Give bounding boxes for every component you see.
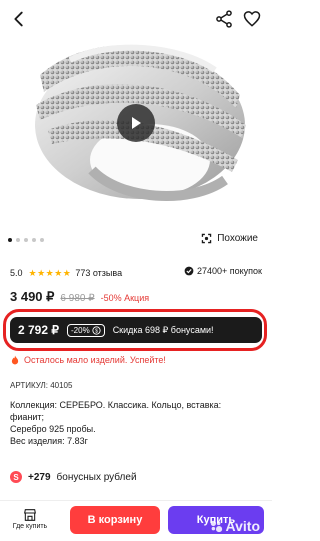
where-to-buy-button[interactable]: Где купить — [12, 507, 48, 530]
buyers-count: 27400+ покупок — [184, 266, 262, 276]
avito-brand: Avito — [225, 518, 260, 534]
promo-badge-label: -20% — [71, 325, 90, 335]
svg-text:$: $ — [95, 328, 98, 334]
gallery-dot[interactable] — [8, 238, 12, 242]
description-line: Коллекция: СЕРЕБРО. Классика. Кольцо, вс… — [10, 400, 222, 410]
verified-check-icon — [184, 266, 194, 276]
product-gallery[interactable] — [0, 0, 272, 238]
bottom-action-bar: Где купить В корзину Купить Avito — [0, 500, 272, 541]
bonus-coin-icon: S — [10, 471, 22, 483]
bonus-row[interactable]: S +279 бонусных рублей — [10, 471, 137, 483]
video-play-button[interactable] — [117, 104, 155, 142]
current-price: 3 490 ₽ — [10, 289, 55, 304]
gallery-dot[interactable] — [24, 238, 28, 242]
promo-badge: -20% $ — [67, 323, 105, 337]
bonus-text: бонусных рублей — [56, 471, 137, 483]
gallery-dot[interactable] — [32, 238, 36, 242]
where-to-buy-label: Где купить — [12, 523, 48, 530]
gallery-dot[interactable] — [16, 238, 20, 242]
old-price: 6 980 ₽ — [60, 293, 95, 304]
product-description: Коллекция: СЕРЕБРО. Классика. Кольцо, вс… — [10, 399, 260, 447]
bonus-promo-banner[interactable]: 2 792 ₽ -20% $ Скидка 698 ₽ бонусами! — [10, 317, 262, 343]
share-icon[interactable] — [214, 9, 234, 29]
reviews-link[interactable]: 773 отзыва — [75, 268, 122, 278]
promo-price: 2 792 ₽ — [18, 323, 59, 337]
play-icon — [132, 117, 141, 129]
discount-label: -50% Акция — [100, 293, 150, 303]
gallery-pagination — [8, 238, 44, 244]
buy-button[interactable]: Купить Avito — [168, 506, 264, 534]
promo-text: Скидка 698 ₽ бонусами! — [112, 324, 214, 335]
star-icons: ★★★★★ — [28, 267, 72, 278]
arrow-left-icon[interactable] — [8, 8, 30, 30]
add-to-cart-button[interactable]: В корзину — [70, 506, 160, 534]
fire-icon — [11, 355, 19, 365]
similar-icon — [201, 233, 212, 244]
urgency-notice: Осталось мало изделий. Успейте! — [10, 355, 166, 365]
rating-row: 5.0 ★★★★★ 773 отзыва 27400+ покупок — [10, 266, 262, 280]
price-row: 3 490 ₽ 6 980 ₽ -50% Акция — [10, 289, 149, 307]
store-icon — [24, 509, 36, 521]
buyers-label: 27400+ покупок — [196, 266, 262, 276]
similar-button[interactable]: Похожие — [200, 232, 258, 245]
description-line: фианит; — [10, 412, 45, 422]
description-line: Вес изделия: 7.83г — [10, 436, 88, 446]
avito-watermark: Avito — [209, 518, 260, 534]
top-bar — [0, 6, 272, 32]
description-line: Серебро 925 пробы. — [10, 424, 96, 434]
gallery-dot[interactable] — [40, 238, 44, 242]
coin-icon: $ — [92, 325, 101, 335]
urgency-text: Осталось мало изделий. Успейте! — [24, 355, 166, 365]
similar-label: Похожие — [217, 233, 258, 244]
bonus-amount: +279 — [28, 471, 51, 483]
rating-value: 5.0 — [10, 268, 23, 278]
avito-logo-icon — [210, 520, 222, 533]
sku-label: АРТИКУЛ: 40105 — [10, 381, 73, 390]
heart-icon[interactable] — [242, 9, 262, 29]
